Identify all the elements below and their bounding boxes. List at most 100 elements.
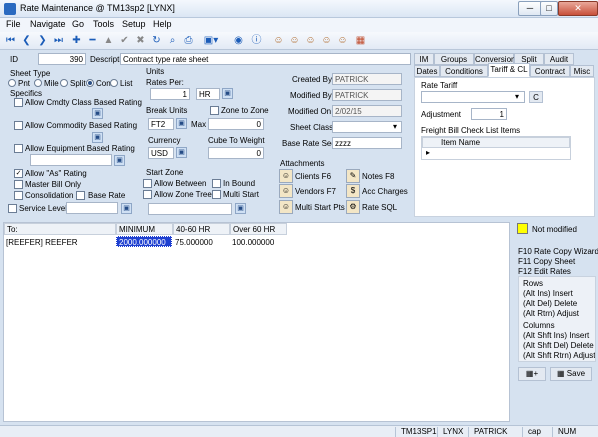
multi-start-checkbox[interactable] xyxy=(212,190,221,199)
rates-per-field[interactable]: 1 xyxy=(150,88,190,100)
info-icon[interactable]: ⓘ xyxy=(250,34,263,47)
allow-between-checkbox[interactable] xyxy=(143,179,152,188)
break-units-field[interactable]: FT2 xyxy=(148,118,174,130)
acc-charges-button[interactable]: Acc Charges xyxy=(362,187,408,196)
vendors-button[interactable]: Vendors F7 xyxy=(295,187,336,196)
search-icon[interactable]: ⌕ xyxy=(166,34,179,47)
commodity-lookup-icon[interactable]: ▣ xyxy=(92,132,103,143)
tab-im[interactable]: IM xyxy=(414,53,434,65)
cmdty-class-lookup-icon[interactable]: ▣ xyxy=(92,108,103,119)
menu-tools[interactable]: Tools xyxy=(93,19,114,29)
sheet-type-mile-radio[interactable] xyxy=(34,79,42,87)
acc-charges-icon[interactable]: $ xyxy=(346,184,360,198)
grid-add-button[interactable]: ▦+ xyxy=(518,367,546,381)
minimize-button[interactable]: ─ xyxy=(518,1,542,16)
grid-cell-40-60[interactable]: 75.000000 xyxy=(175,238,213,247)
grid-cell-over-60[interactable]: 100.000000 xyxy=(232,238,274,247)
tab-tariff-cl[interactable]: Tariff & CL xyxy=(488,63,530,77)
cancel-icon[interactable]: ✖ xyxy=(134,34,147,47)
master-bill-checkbox[interactable] xyxy=(14,180,23,189)
rates-per-lookup-icon[interactable]: ▣ xyxy=(222,88,233,99)
tab-misc[interactable]: Misc xyxy=(570,65,594,77)
adjustment-field[interactable]: 1 xyxy=(471,108,507,120)
print-icon[interactable]: ⎙ xyxy=(182,34,195,47)
rate-tariff-select[interactable] xyxy=(421,91,525,103)
user-icon[interactable]: ☺ xyxy=(272,34,285,47)
multi-start-pts-icon[interactable]: ☺ xyxy=(279,200,293,214)
zone-to-zone-checkbox[interactable] xyxy=(210,106,219,115)
currency-field[interactable]: USD xyxy=(148,147,174,159)
user-lock-icon[interactable]: ☺ xyxy=(320,34,333,47)
id-field[interactable]: 390 xyxy=(38,53,86,65)
service-level-field[interactable] xyxy=(66,202,118,214)
allow-as-checkbox[interactable]: ✓ xyxy=(14,169,23,178)
confirm-icon[interactable]: ✔ xyxy=(118,34,131,47)
service-level-lookup-icon[interactable]: ▣ xyxy=(121,203,132,214)
tab-conditions[interactable]: Conditions xyxy=(440,65,488,77)
refresh-icon[interactable]: ↻ xyxy=(150,34,163,47)
sheet-type-con-radio[interactable] xyxy=(86,79,94,87)
brick-icon[interactable]: ▦ xyxy=(354,34,367,47)
grid-cell-minimum[interactable]: 2000.000000 xyxy=(116,236,172,247)
maximize-button[interactable]: □ xyxy=(540,1,558,16)
tab-audit[interactable]: Audit xyxy=(544,53,574,65)
menu-help[interactable]: Help xyxy=(153,19,172,29)
close-button[interactable]: ✕ xyxy=(558,1,598,16)
menu-setup[interactable]: Setup xyxy=(122,19,146,29)
menu-file[interactable]: File xyxy=(6,19,21,29)
cube-to-weight-field[interactable]: 0 xyxy=(208,147,264,159)
tab-groups[interactable]: Groups xyxy=(434,53,474,65)
layout-dropdown-icon[interactable]: ▣▾ xyxy=(200,34,222,47)
tab-dates[interactable]: Dates xyxy=(414,65,440,77)
start-zone-field[interactable] xyxy=(148,203,232,215)
save-button[interactable]: ▦ Save xyxy=(550,367,592,381)
rate-tariff-chevron-icon[interactable]: ▾ xyxy=(515,92,519,101)
tab-contract[interactable]: Contract xyxy=(530,65,570,77)
first-record-icon[interactable]: ⏮ xyxy=(4,34,17,47)
notes-icon[interactable]: ✎ xyxy=(346,169,360,183)
allow-zone-tree-checkbox[interactable] xyxy=(143,190,152,199)
rate-sql-icon[interactable]: ⚙ xyxy=(346,200,360,214)
equipment-field[interactable] xyxy=(30,154,112,166)
base-rate-checkbox[interactable] xyxy=(76,191,85,200)
rate-sql-button[interactable]: Rate SQL xyxy=(362,203,397,212)
multi-start-pts-button[interactable]: Multi Start Pts xyxy=(295,203,345,212)
commodity-checkbox[interactable] xyxy=(14,121,23,130)
in-bound-checkbox[interactable] xyxy=(212,179,221,188)
rate-grid[interactable]: To: MINIMUM 40-60 HR Over 60 HR [REEFER]… xyxy=(3,222,510,422)
grid-cell-to[interactable]: [REEFER] REEFER xyxy=(6,238,78,247)
sheet-class-select[interactable] xyxy=(332,121,402,133)
clients-button[interactable]: Clients F6 xyxy=(295,172,331,181)
c-button[interactable]: C xyxy=(529,91,543,103)
user-gear-icon[interactable]: ☺ xyxy=(336,34,349,47)
equipment-checkbox[interactable] xyxy=(14,144,23,153)
description-field[interactable]: Contract type rate sheet xyxy=(120,53,411,65)
freight-checklist-grid[interactable]: Item Name ▸ xyxy=(421,136,571,160)
sheet-type-split-radio[interactable] xyxy=(60,79,68,87)
previous-icon[interactable]: ❮ xyxy=(20,34,33,47)
delete-icon[interactable]: ━ xyxy=(86,34,99,47)
start-zone-lookup-icon[interactable]: ▣ xyxy=(235,203,246,214)
notes-button[interactable]: Notes F8 xyxy=(362,172,394,181)
cmdty-class-checkbox[interactable] xyxy=(14,98,23,107)
max-field[interactable]: 0 xyxy=(208,118,264,130)
break-units-lookup-icon[interactable]: ▣ xyxy=(176,118,187,129)
menu-navigate[interactable]: Navigate xyxy=(30,19,66,29)
clients-icon[interactable]: ☺ xyxy=(279,169,293,183)
chevron-down-icon[interactable]: ▾ xyxy=(393,122,397,131)
globe-icon[interactable]: ◉ xyxy=(232,34,245,47)
last-record-icon[interactable]: ⏭ xyxy=(52,34,65,47)
add-icon[interactable]: ✚ xyxy=(70,34,83,47)
rates-per-unit-field[interactable]: HR xyxy=(196,88,220,100)
vendors-icon[interactable]: ☺ xyxy=(279,184,293,198)
users-icon[interactable]: ☺ xyxy=(288,34,301,47)
service-level-checkbox[interactable] xyxy=(8,204,17,213)
menu-go[interactable]: Go xyxy=(72,19,84,29)
currency-lookup-icon[interactable]: ▣ xyxy=(176,147,187,158)
post-icon[interactable]: ▲ xyxy=(102,34,115,47)
base-rate-seq-field[interactable]: zzzz xyxy=(332,137,402,149)
sheet-type-list-radio[interactable] xyxy=(110,79,118,87)
user-search-icon[interactable]: ☺ xyxy=(304,34,317,47)
consolidation-checkbox[interactable] xyxy=(14,191,23,200)
sheet-type-pnt-radio[interactable] xyxy=(8,79,16,87)
